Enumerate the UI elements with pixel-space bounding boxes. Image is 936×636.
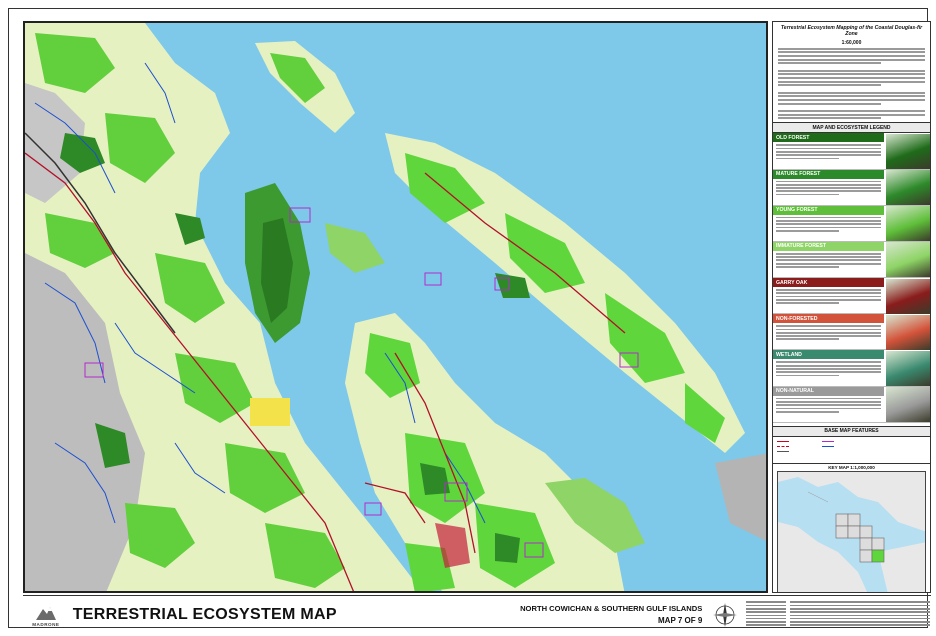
intro-text-block	[773, 47, 930, 120]
ecosystem-legend-list: OLD FOREST MATURE FOREST YOUNG FOREST IMMAT…	[773, 133, 930, 423]
legend-photo	[886, 242, 930, 278]
legend-row: MATURE FOREST	[773, 169, 930, 206]
legend-label: NON-FORESTED	[773, 314, 884, 324]
base-map-features	[773, 437, 930, 463]
legend-heading: MAP AND ECOSYSTEM LEGEND	[773, 122, 930, 134]
mountain-logo-icon	[35, 606, 56, 620]
legend-description	[773, 396, 884, 414]
map-subtitle: NORTH COWICHAN & SOUTHERN GULF ISLANDS M…	[516, 604, 703, 625]
legend-row: OLD FOREST	[773, 133, 930, 170]
legend-photo	[886, 133, 930, 169]
north-arrow-icon	[712, 600, 738, 630]
key-map	[777, 470, 926, 592]
legend-description	[773, 142, 884, 160]
legend-row: GARRY OAK	[773, 278, 930, 315]
legend-description	[773, 215, 884, 233]
legend-label: YOUNG FOREST	[773, 205, 884, 215]
legend-row: NON-FORESTED	[773, 314, 930, 351]
legend-photo	[886, 170, 930, 205]
legend-photo	[886, 387, 930, 423]
ecosystem-map	[25, 23, 766, 591]
map-area-name: NORTH COWICHAN & SOUTHERN GULF ISLANDS	[520, 604, 703, 613]
legend-label: IMMATURE FOREST	[773, 241, 884, 251]
legend-row: NON-NATURAL	[773, 386, 930, 423]
map-sheet: Terrestrial Ecosystem Mapping of the Coa…	[8, 8, 931, 628]
non-natural-yellow-area	[250, 398, 290, 426]
legend-label: OLD FOREST	[773, 133, 884, 143]
map-footer: MADRONE TERRESTRIAL ECOSYSTEM MAP NORTH …	[23, 595, 931, 633]
legend-panel-title: Terrestrial Ecosystem Mapping of the Coa…	[780, 25, 923, 38]
map-number: MAP 7 OF 9	[658, 616, 703, 625]
legend-photo	[886, 206, 930, 242]
legend-label: GARRY OAK	[773, 278, 884, 288]
legend-row: IMMATURE FOREST	[773, 241, 930, 279]
key-map-graphic	[778, 471, 925, 592]
footer-info-block	[746, 601, 931, 627]
key-map-heading: KEY MAP 1:1,000,000	[773, 462, 930, 471]
legend-photo	[886, 278, 930, 314]
map-title: TERRESTRIAL ECOSYSTEM MAP	[72, 605, 337, 623]
legend-photo	[886, 350, 930, 386]
legend-description	[773, 251, 884, 269]
legend-photo	[886, 314, 930, 350]
legend-description	[773, 179, 884, 197]
map-canvas[interactable]	[23, 21, 768, 593]
legend-description	[773, 287, 884, 305]
base-map-row	[777, 449, 926, 454]
legend-label: WETLAND	[773, 350, 884, 360]
legend-row: WETLAND	[773, 350, 930, 387]
madrone-logo: MADRONE	[27, 598, 65, 632]
legend-row: YOUNG FOREST	[773, 205, 930, 242]
legend-label: MATURE FOREST	[773, 169, 884, 179]
legend-panel: Terrestrial Ecosystem Mapping of the Coa…	[772, 21, 931, 593]
legend-description	[773, 359, 884, 377]
legend-label: NON-NATURAL	[773, 386, 884, 396]
legend-description	[773, 323, 884, 341]
legend-panel-scale: 1:60,000	[841, 39, 862, 46]
base-map-heading: BASE MAP FEATURES	[773, 425, 930, 437]
